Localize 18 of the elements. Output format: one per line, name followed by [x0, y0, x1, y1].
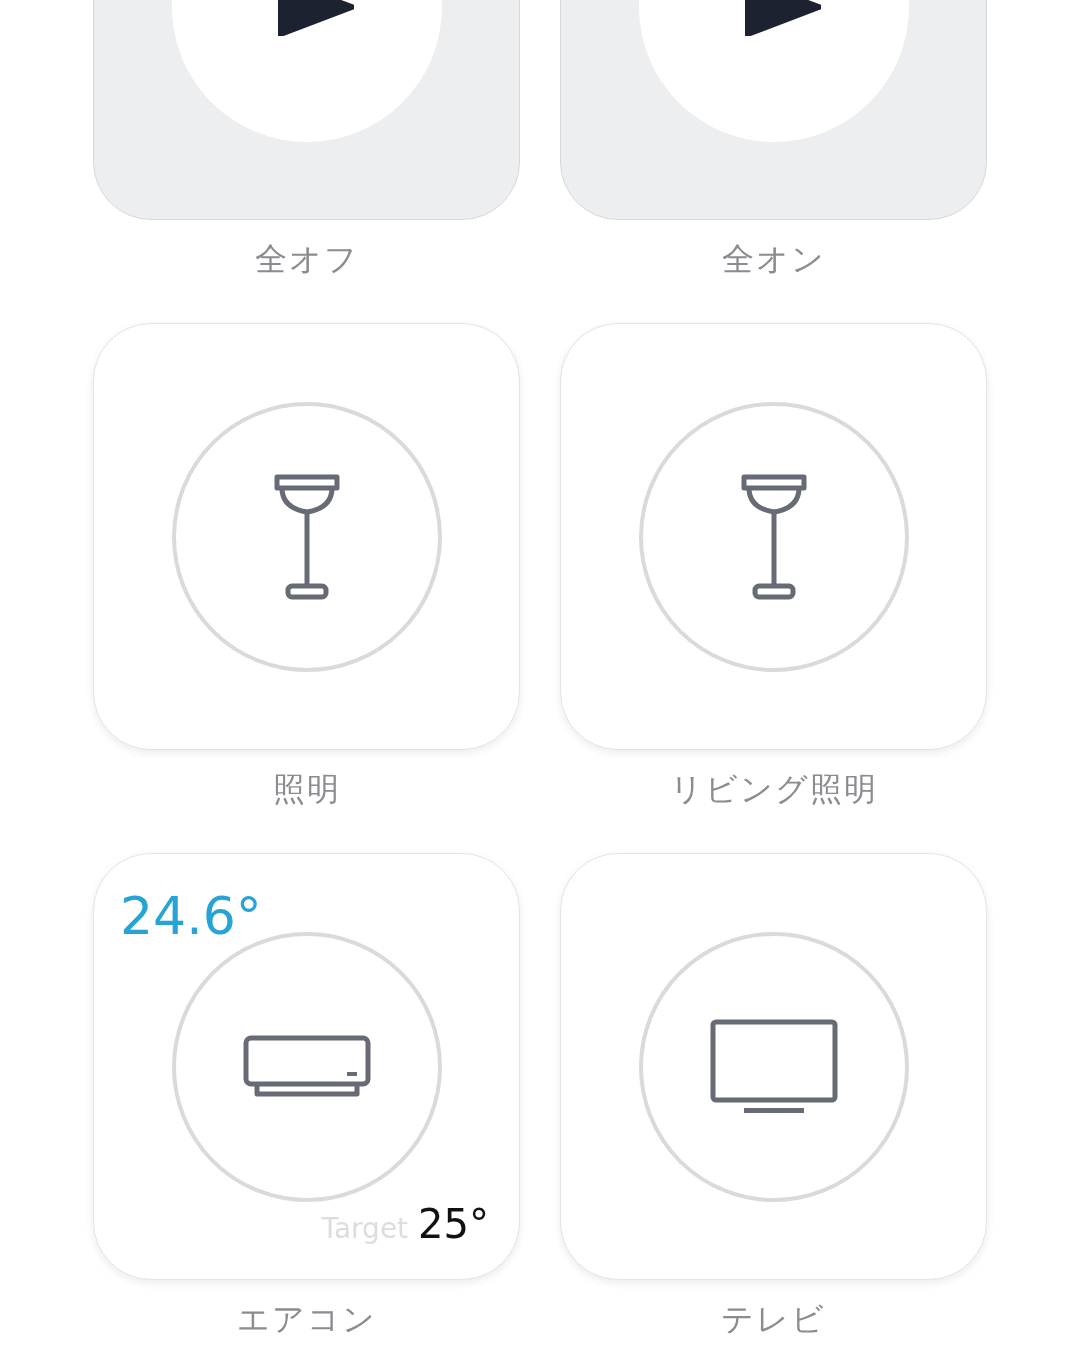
device-button[interactable] [638, 401, 909, 672]
device-tile[interactable] [560, 323, 987, 750]
device-button[interactable] [638, 931, 909, 1202]
tile-label: 全オン [721, 239, 826, 280]
device-tile[interactable] [93, 323, 520, 750]
tile-label: エアコン [236, 1299, 377, 1340]
current-temperature: 24.6° [120, 890, 262, 942]
target-temperature: 25° [418, 1201, 489, 1247]
floor-lamp-icon [273, 473, 340, 600]
tile-label: 照明 [272, 769, 341, 810]
floor-lamp-icon [740, 473, 807, 600]
tv-icon [709, 1018, 838, 1115]
tile-label: テレビ [721, 1299, 826, 1340]
device-tile[interactable] [560, 853, 987, 1280]
air-conditioner-icon [242, 1034, 371, 1099]
tile-label: 全オフ [254, 239, 359, 280]
device-button[interactable] [171, 401, 442, 672]
tile-label: リビング照明 [669, 769, 878, 810]
